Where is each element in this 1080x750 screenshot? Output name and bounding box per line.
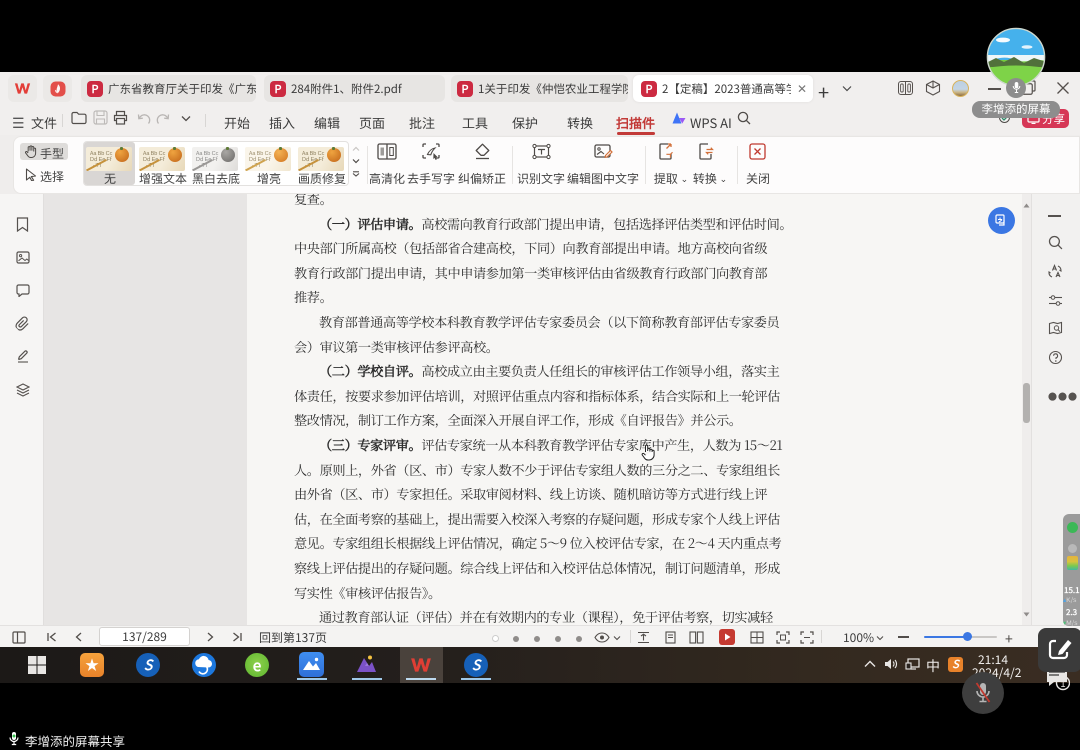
svg-text:1: 1 xyxy=(1060,679,1065,689)
